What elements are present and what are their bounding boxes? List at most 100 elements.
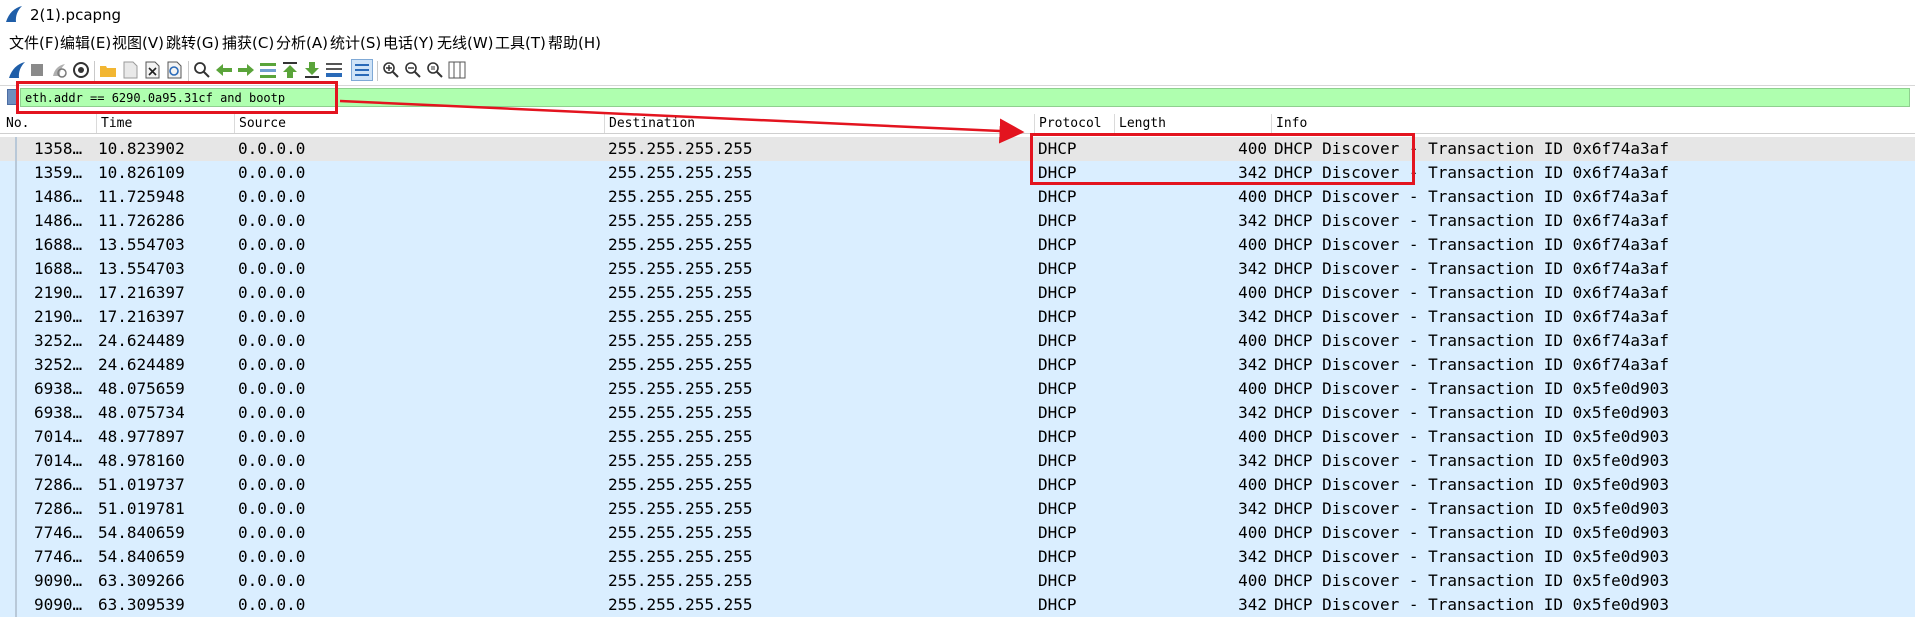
zoom-in-icon[interactable]	[380, 59, 402, 81]
row-gutter	[15, 209, 17, 233]
cell-no: 1359…	[34, 163, 83, 182]
table-row[interactable]: 6938… 48.075659 0.0.0.0 255.255.255.255 DHCP…	[0, 377, 1915, 401]
cell-no: 7286…	[34, 499, 83, 518]
table-row[interactable]: 6938… 48.075734 0.0.0.0 255.255.255.255 DHCP…	[0, 401, 1915, 425]
go-first-packet-icon[interactable]	[279, 59, 301, 81]
auto-scroll-icon[interactable]	[323, 59, 345, 81]
window-title: 2(1).pcapng	[30, 6, 122, 24]
menu-statistics[interactable]: 统计(S)	[330, 32, 381, 53]
cell-no: 7286…	[34, 475, 83, 494]
cell-length: 400	[1238, 571, 1267, 590]
toolbar-separator	[188, 61, 189, 81]
table-row[interactable]: 1688… 13.554703 0.0.0.0 255.255.255.255 DHCP…	[0, 233, 1915, 257]
menu-help[interactable]: 帮助(H)	[548, 32, 601, 53]
cell-no: 1688…	[34, 235, 83, 254]
table-row[interactable]: 7014… 48.977897 0.0.0.0 255.255.255.255 DHCP…	[0, 425, 1915, 449]
table-row[interactable]: 9090… 63.309266 0.0.0.0 255.255.255.255 DHCP…	[0, 569, 1915, 593]
toolbar-separator	[94, 61, 95, 81]
table-row[interactable]: 9090… 63.309539 0.0.0.0 255.255.255.255 DHCP…	[0, 593, 1915, 617]
cell-source: 0.0.0.0	[238, 283, 306, 302]
cell-source: 0.0.0.0	[238, 235, 306, 254]
row-gutter	[15, 233, 17, 257]
table-row[interactable]: 2190… 17.216397 0.0.0.0 255.255.255.255 DHCP…	[0, 281, 1915, 305]
go-to-packet-icon[interactable]	[257, 59, 279, 81]
reload-file-icon[interactable]	[163, 59, 185, 81]
save-file-icon[interactable]	[119, 59, 141, 81]
cell-protocol: DHCP	[1038, 355, 1077, 374]
cell-no: 2190…	[34, 283, 83, 302]
cell-info: DHCP Discover - Transaction ID 0x6f74a3a…	[1274, 235, 1669, 254]
cell-protocol: DHCP	[1038, 523, 1077, 542]
cell-protocol: DHCP	[1038, 427, 1077, 446]
go-back-icon[interactable]	[213, 59, 235, 81]
menu-wireless[interactable]: 无线(W)	[437, 32, 494, 53]
cell-destination: 255.255.255.255	[608, 379, 753, 398]
display-filter-input[interactable]	[20, 88, 1910, 107]
cell-destination: 255.255.255.255	[608, 427, 753, 446]
cell-info: DHCP Discover - Transaction ID 0x5fe0d90…	[1274, 379, 1669, 398]
go-forward-icon[interactable]	[235, 59, 257, 81]
shark-fin-start-icon[interactable]	[6, 59, 28, 81]
column-header-length[interactable]: Length	[1114, 114, 1166, 133]
cell-length: 400	[1238, 475, 1267, 494]
table-row[interactable]: 7014… 48.978160 0.0.0.0 255.255.255.255 DHCP…	[0, 449, 1915, 473]
table-row[interactable]: 7746… 54.840659 0.0.0.0 255.255.255.255 DHCP…	[0, 545, 1915, 569]
cell-length: 342	[1238, 307, 1267, 326]
cell-length: 400	[1238, 139, 1267, 158]
table-row[interactable]: 3252… 24.624489 0.0.0.0 255.255.255.255 DHCP…	[0, 329, 1915, 353]
column-header-no[interactable]: No.	[2, 114, 29, 133]
cell-time: 48.977897	[98, 427, 185, 446]
cell-destination: 255.255.255.255	[608, 451, 753, 470]
column-header-destination[interactable]: Destination	[604, 114, 695, 133]
column-header-info[interactable]: Info	[1271, 114, 1307, 133]
cell-destination: 255.255.255.255	[608, 259, 753, 278]
find-packet-icon[interactable]	[191, 59, 213, 81]
table-row[interactable]: 1358… 10.823902 0.0.0.0 255.255.255.255 DHCP…	[0, 137, 1915, 161]
display-filter-bar	[0, 86, 1915, 108]
go-last-packet-icon[interactable]	[301, 59, 323, 81]
cell-time: 63.309539	[98, 595, 185, 614]
table-row[interactable]: 7286… 51.019737 0.0.0.0 255.255.255.255 DHCP…	[0, 473, 1915, 497]
menu-telephony[interactable]: 电话(Y)	[383, 32, 434, 53]
close-file-icon[interactable]	[141, 59, 163, 81]
column-header-source[interactable]: Source	[234, 114, 286, 133]
normal-size-icon[interactable]	[424, 59, 446, 81]
table-row[interactable]: 1688… 13.554703 0.0.0.0 255.255.255.255 DHCP…	[0, 257, 1915, 281]
menu-view[interactable]: 视图(V)	[112, 32, 164, 53]
cell-protocol: DHCP	[1038, 331, 1077, 350]
table-row[interactable]: 1486… 11.726286 0.0.0.0 255.255.255.255 DHCP…	[0, 209, 1915, 233]
row-gutter	[15, 521, 17, 545]
resize-columns-icon[interactable]	[446, 59, 468, 81]
open-file-icon[interactable]	[97, 59, 119, 81]
menu-go[interactable]: 跳转(G)	[166, 32, 219, 53]
menu-capture[interactable]: 捕获(C)	[222, 32, 274, 53]
colorize-icon[interactable]	[351, 59, 373, 81]
table-row[interactable]: 7746… 54.840659 0.0.0.0 255.255.255.255 DHCP…	[0, 521, 1915, 545]
row-gutter	[15, 353, 17, 377]
column-header-time[interactable]: Time	[96, 114, 132, 133]
cell-length: 400	[1238, 379, 1267, 398]
table-row[interactable]: 1486… 11.725948 0.0.0.0 255.255.255.255 DHCP…	[0, 185, 1915, 209]
restart-capture-icon[interactable]	[48, 59, 70, 81]
table-row[interactable]: 1359… 10.826109 0.0.0.0 255.255.255.255 DHCP…	[0, 161, 1915, 185]
cell-no: 1358…	[34, 139, 83, 158]
table-row[interactable]: 7286… 51.019781 0.0.0.0 255.255.255.255 DHCP…	[0, 497, 1915, 521]
zoom-out-icon[interactable]	[402, 59, 424, 81]
filter-bookmark-icon[interactable]	[7, 89, 19, 105]
column-header-protocol[interactable]: Protocol	[1034, 114, 1102, 133]
menu-edit[interactable]: 编辑(E)	[60, 32, 111, 53]
table-row[interactable]: 3252… 24.624489 0.0.0.0 255.255.255.255 DHCP…	[0, 353, 1915, 377]
row-gutter	[15, 497, 17, 521]
cell-info: DHCP Discover - Transaction ID 0x5fe0d90…	[1274, 403, 1669, 422]
cell-time: 17.216397	[98, 283, 185, 302]
table-row[interactable]: 2190… 17.216397 0.0.0.0 255.255.255.255 DHCP…	[0, 305, 1915, 329]
cell-destination: 255.255.255.255	[608, 499, 753, 518]
menu-file[interactable]: 文件(F)	[9, 32, 59, 53]
capture-options-icon[interactable]	[70, 59, 92, 81]
cell-protocol: DHCP	[1038, 571, 1077, 590]
cell-info: DHCP Discover - Transaction ID 0x6f74a3a…	[1274, 355, 1669, 374]
menu-analyze[interactable]: 分析(A)	[276, 32, 328, 53]
stop-capture-icon[interactable]	[26, 59, 48, 81]
cell-info: DHCP Discover - Transaction ID 0x6f74a3a…	[1274, 163, 1669, 182]
menu-tools[interactable]: 工具(T)	[495, 32, 546, 53]
